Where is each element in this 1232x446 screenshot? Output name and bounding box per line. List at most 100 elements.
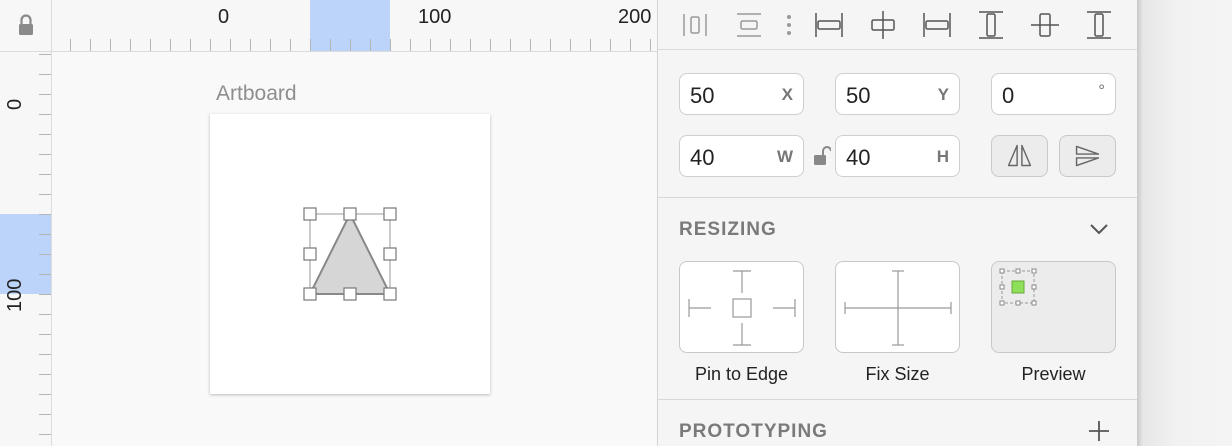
ruler-tick bbox=[230, 39, 231, 51]
artboard-title[interactable]: Artboard bbox=[216, 82, 297, 106]
chevron-down-icon[interactable] bbox=[1088, 218, 1110, 240]
flip-vertical-button[interactable] bbox=[1059, 135, 1116, 177]
flip-vertical-icon bbox=[1075, 145, 1100, 167]
resize-handle[interactable] bbox=[343, 287, 357, 301]
ruler-tick bbox=[390, 39, 391, 51]
flip-horizontal-button[interactable] bbox=[991, 135, 1048, 177]
triangle-shape[interactable] bbox=[308, 211, 392, 295]
ruler-tick bbox=[90, 39, 91, 51]
degree-unit-label: ° bbox=[1098, 81, 1105, 100]
ruler-tick bbox=[550, 39, 551, 51]
fix-size-card[interactable] bbox=[835, 261, 960, 353]
resize-handle[interactable] bbox=[343, 207, 357, 221]
unlock-proportions-icon[interactable] bbox=[811, 144, 831, 168]
ruler-tick bbox=[39, 314, 51, 315]
width-field[interactable]: 40 W bbox=[679, 135, 804, 177]
selected-triangle-shape[interactable] bbox=[296, 200, 406, 310]
resize-handle[interactable] bbox=[303, 247, 317, 261]
ruler-tick bbox=[510, 39, 511, 51]
ruler-tick bbox=[39, 234, 51, 235]
align-bottom-icon[interactable] bbox=[1082, 8, 1116, 42]
pin-to-edge-card[interactable] bbox=[679, 261, 804, 353]
preview-label: Preview bbox=[1021, 364, 1086, 384]
pin-to-edge-label: Pin to Edge bbox=[694, 364, 789, 384]
ruler-tick bbox=[250, 39, 251, 51]
ruler-corner[interactable] bbox=[0, 0, 52, 52]
ruler-tick bbox=[570, 39, 571, 51]
ruler-tick bbox=[350, 39, 351, 51]
resize-handle[interactable] bbox=[383, 207, 397, 221]
ruler-tick bbox=[210, 39, 211, 51]
prototyping-section-title: PROTOTYPING bbox=[679, 421, 828, 442]
height-value: 40 bbox=[846, 145, 871, 170]
lock-guides-icon[interactable] bbox=[0, 0, 52, 52]
align-right-icon[interactable] bbox=[920, 8, 954, 42]
align-horizontal-center-icon[interactable] bbox=[866, 8, 900, 42]
height-unit-label: H bbox=[936, 147, 949, 166]
ruler-tick bbox=[590, 39, 591, 51]
rotation-value: 0 bbox=[1002, 83, 1015, 108]
vertical-ruler[interactable]: 0 100 bbox=[0, 52, 52, 446]
more-options-icon[interactable] bbox=[772, 8, 806, 42]
ruler-tick bbox=[330, 39, 331, 51]
ruler-label: 100 bbox=[4, 278, 26, 312]
y-unit-label: Y bbox=[937, 85, 949, 104]
width-unit-label: W bbox=[776, 147, 793, 166]
ruler-label: 100 bbox=[418, 6, 452, 28]
ruler-tick bbox=[39, 434, 51, 435]
horizontal-ruler[interactable]: 0 100 200 bbox=[52, 0, 657, 52]
ruler-tick bbox=[39, 414, 51, 415]
ruler-tick bbox=[39, 154, 51, 155]
ruler-tick bbox=[630, 39, 631, 51]
x-position-field[interactable]: 50 X bbox=[679, 73, 804, 115]
ruler-tick bbox=[39, 134, 51, 135]
ruler-tick bbox=[490, 39, 491, 51]
resize-handle[interactable] bbox=[383, 287, 397, 301]
ruler-tick bbox=[39, 354, 51, 355]
align-left-icon[interactable] bbox=[812, 8, 846, 42]
resizing-section-title: RESIZING bbox=[679, 219, 777, 240]
ruler-tick bbox=[39, 214, 51, 215]
ruler-tick bbox=[39, 74, 51, 75]
flip-horizontal-icon bbox=[1007, 144, 1032, 167]
resize-handle[interactable] bbox=[303, 207, 317, 221]
ruler-tick bbox=[110, 39, 111, 51]
ruler-tick bbox=[39, 114, 51, 115]
height-field[interactable]: 40 H bbox=[835, 135, 960, 177]
alignment-toolbar bbox=[658, 0, 1137, 50]
distribute-vertical-icon[interactable] bbox=[732, 8, 766, 42]
align-top-icon[interactable] bbox=[974, 8, 1008, 42]
ruler-tick bbox=[610, 39, 611, 51]
fix-size-label: Fix Size bbox=[865, 364, 930, 384]
ruler-tick bbox=[39, 274, 51, 275]
ruler-tick bbox=[39, 94, 51, 95]
resize-handle[interactable] bbox=[303, 287, 317, 301]
ruler-tick bbox=[650, 39, 651, 51]
section-divider bbox=[658, 399, 1137, 400]
y-position-field[interactable]: 50 Y bbox=[835, 73, 960, 115]
ruler-label: 200 bbox=[618, 6, 652, 28]
ruler-tick bbox=[39, 374, 51, 375]
resizing-preview-card[interactable] bbox=[991, 261, 1116, 353]
ruler-tick bbox=[150, 39, 151, 51]
width-value: 40 bbox=[690, 145, 715, 170]
ruler-tick bbox=[270, 39, 271, 51]
y-value: 50 bbox=[846, 83, 871, 108]
align-vertical-center-icon[interactable] bbox=[1028, 8, 1062, 42]
ruler-label: 0 bbox=[218, 6, 230, 28]
canvas[interactable]: 0 100 200 0 100 Artboard bbox=[0, 0, 657, 446]
ruler-tick bbox=[410, 39, 411, 51]
ruler-tick bbox=[70, 39, 71, 51]
distribute-horizontal-icon[interactable] bbox=[678, 8, 712, 42]
resize-handle[interactable] bbox=[383, 247, 397, 261]
ruler-tick bbox=[39, 54, 51, 55]
rotation-field[interactable]: 0 ° bbox=[991, 73, 1116, 115]
pin-to-edge-icon bbox=[688, 270, 796, 346]
add-prototyping-icon[interactable] bbox=[1088, 420, 1110, 442]
ruler-tick bbox=[430, 39, 431, 51]
ruler-tick bbox=[39, 394, 51, 395]
ruler-tick bbox=[470, 39, 471, 51]
ruler-label: 0 bbox=[4, 98, 26, 110]
ruler-tick bbox=[530, 39, 531, 51]
ruler-tick bbox=[39, 254, 51, 255]
